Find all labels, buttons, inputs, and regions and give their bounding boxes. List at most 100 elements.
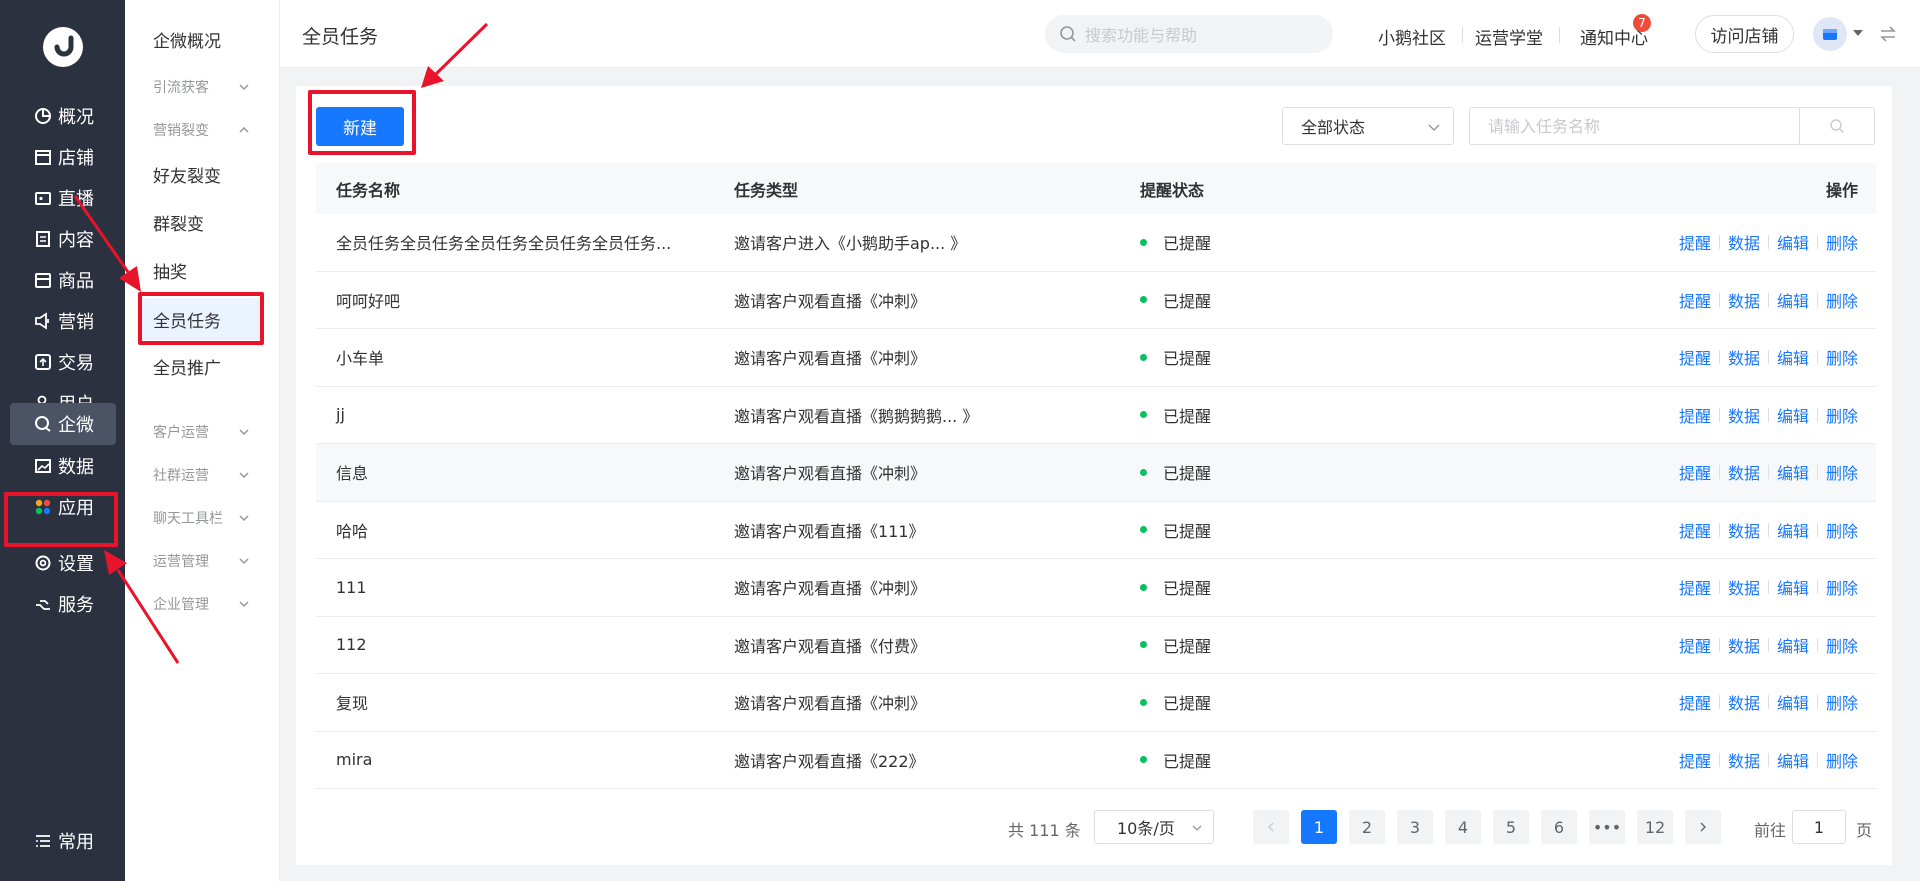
edit-link[interactable]: 编辑 (1777, 575, 1809, 599)
subnav-group-fission[interactable]: 营销裂变 (125, 109, 280, 151)
page-size-select[interactable]: 10条/页 (1094, 810, 1214, 844)
subnav-group-lead[interactable]: 引流获客 (125, 66, 280, 108)
nav-item-wecom[interactable]: 企微 (10, 403, 116, 445)
delete-link[interactable]: 删除 (1826, 518, 1858, 542)
subnav-item-group-fission[interactable]: 群裂变 (125, 201, 280, 243)
subnav-group-ops-mgmt[interactable]: 运营管理 (125, 540, 280, 582)
nav-item-marketing[interactable]: 营销 (10, 300, 116, 342)
nav-item-store[interactable]: 店铺 (10, 136, 116, 178)
task-search-button[interactable] (1799, 107, 1875, 145)
data-link[interactable]: 数据 (1728, 518, 1760, 542)
delete-link[interactable]: 删除 (1826, 345, 1858, 369)
page-button[interactable]: 4 (1445, 810, 1481, 844)
subnav-item-friend-fission[interactable]: 好友裂变 (125, 153, 280, 195)
delete-link[interactable]: 删除 (1826, 748, 1858, 772)
task-name-search-input[interactable] (1469, 107, 1800, 145)
subnav-item-lottery[interactable]: 抽奖 (125, 249, 280, 291)
actions-cell: 提醒 数据 编辑 删除 (1620, 575, 1876, 599)
delete-link[interactable]: 删除 (1826, 288, 1858, 312)
live-icon (34, 189, 52, 207)
delete-link[interactable]: 删除 (1826, 230, 1858, 254)
remind-link[interactable]: 提醒 (1679, 403, 1711, 427)
divider (1767, 350, 1769, 365)
delete-link[interactable]: 删除 (1826, 403, 1858, 427)
nav-item-label: 概况 (58, 107, 94, 128)
global-search[interactable]: 搜索功能与帮助 (1045, 15, 1333, 53)
nav-item-live[interactable]: 直播 (10, 177, 116, 219)
page-ellipsis-button[interactable]: ••• (1589, 810, 1625, 844)
remind-link[interactable]: 提醒 (1679, 518, 1711, 542)
divider (1816, 522, 1818, 537)
data-link[interactable]: 数据 (1728, 748, 1760, 772)
divider (1767, 695, 1769, 710)
nav-item-content[interactable]: 内容 (10, 218, 116, 260)
subnav-group-customer-ops[interactable]: 客户运营 (125, 411, 280, 453)
visit-store-button[interactable]: 访问店铺 (1695, 15, 1794, 53)
data-link[interactable]: 数据 (1728, 230, 1760, 254)
caret-down-icon[interactable] (1852, 27, 1864, 39)
nav-item-goods[interactable]: 商品 (10, 259, 116, 301)
academy-link[interactable]: 运营学堂 (1475, 24, 1543, 49)
remind-link[interactable]: 提醒 (1679, 690, 1711, 714)
data-link[interactable]: 数据 (1728, 288, 1760, 312)
remind-link[interactable]: 提醒 (1679, 748, 1711, 772)
data-link[interactable]: 数据 (1728, 575, 1760, 599)
subnav-item-overview[interactable]: 企微概况 (125, 18, 280, 60)
remind-link[interactable]: 提醒 (1679, 345, 1711, 369)
page-button[interactable]: 6 (1541, 810, 1577, 844)
subnav-group-enterprise-mgmt[interactable]: 企业管理 (125, 583, 280, 625)
remind-link[interactable]: 提醒 (1679, 460, 1711, 484)
remind-link[interactable]: 提醒 (1679, 288, 1711, 312)
actions-cell: 提醒 数据 编辑 删除 (1620, 748, 1876, 772)
prev-page-button[interactable] (1253, 810, 1289, 844)
edit-link[interactable]: 编辑 (1777, 288, 1809, 312)
status-text: 已提醒 (1163, 291, 1212, 311)
remind-link[interactable]: 提醒 (1679, 230, 1711, 254)
divider (1718, 465, 1720, 480)
data-link[interactable]: 数据 (1728, 633, 1760, 657)
reminder-status-cell: 已提醒 (1120, 633, 1620, 657)
delete-link[interactable]: 删除 (1826, 633, 1858, 657)
status-text: 已提醒 (1163, 751, 1212, 771)
edit-link[interactable]: 编辑 (1777, 518, 1809, 542)
nav-item-settings[interactable]: 设置 (10, 542, 116, 584)
page-button[interactable]: 12 (1637, 810, 1673, 844)
edit-link[interactable]: 编辑 (1777, 633, 1809, 657)
delete-link[interactable]: 删除 (1826, 690, 1858, 714)
page-button[interactable]: 1 (1301, 810, 1337, 844)
data-link[interactable]: 数据 (1728, 690, 1760, 714)
switch-icon[interactable] (1878, 24, 1898, 44)
task-type-cell: 邀请客户观看直播《冲刺》 (734, 349, 927, 369)
page-button[interactable]: 5 (1493, 810, 1529, 844)
delete-link[interactable]: 删除 (1826, 575, 1858, 599)
edit-link[interactable]: 编辑 (1777, 230, 1809, 254)
nav-item-trade[interactable]: 交易 (10, 341, 116, 383)
edit-link[interactable]: 编辑 (1777, 460, 1809, 484)
page-button[interactable]: 3 (1397, 810, 1433, 844)
edit-link[interactable]: 编辑 (1777, 403, 1809, 427)
delete-link[interactable]: 删除 (1826, 460, 1858, 484)
nav-item-overview[interactable]: 概况 (10, 95, 116, 137)
community-link[interactable]: 小鹅社区 (1378, 24, 1446, 49)
data-link[interactable]: 数据 (1728, 403, 1760, 427)
subnav-group-chat-toolbar[interactable]: 聊天工具栏 (125, 497, 280, 539)
subnav-item-all-promo[interactable]: 全员推广 (125, 345, 280, 387)
remind-link[interactable]: 提醒 (1679, 575, 1711, 599)
edit-link[interactable]: 编辑 (1777, 748, 1809, 772)
avatar[interactable] (1813, 17, 1847, 51)
goto-page-input[interactable] (1792, 810, 1846, 844)
page-button[interactable]: 2 (1349, 810, 1385, 844)
edit-link[interactable]: 编辑 (1777, 690, 1809, 714)
edit-link[interactable]: 编辑 (1777, 345, 1809, 369)
next-page-button[interactable] (1685, 810, 1721, 844)
subnav-group-community-ops[interactable]: 社群运营 (125, 454, 280, 496)
data-link[interactable]: 数据 (1728, 460, 1760, 484)
status-filter-select[interactable]: 全部状态 (1282, 107, 1454, 145)
nav-item-data[interactable]: 数据 (10, 445, 116, 487)
nav-item-service[interactable]: 服务 (10, 583, 116, 625)
remind-link[interactable]: 提醒 (1679, 633, 1711, 657)
logo-icon[interactable] (43, 27, 83, 67)
nav-item-common[interactable]: 常用 (10, 820, 116, 862)
table-row: 呵呵好吧 邀请客户观看直播《冲刺》 已提醒 提醒 数据 编辑 删除 (316, 272, 1876, 329)
data-link[interactable]: 数据 (1728, 345, 1760, 369)
